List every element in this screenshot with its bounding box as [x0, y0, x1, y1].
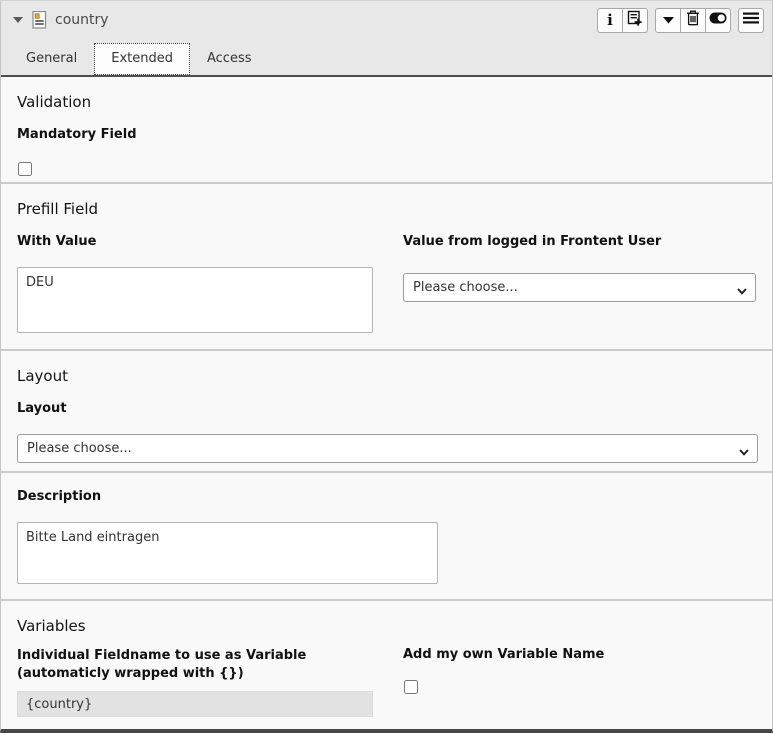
toggle-icon — [709, 12, 727, 28]
section-description: Description Bitte Land eintragen — [1, 471, 772, 599]
delete-button[interactable] — [680, 8, 706, 33]
content-element-icon — [32, 11, 47, 29]
with-value-textarea[interactable]: DEU — [17, 267, 373, 333]
collapse-caret-icon[interactable] — [13, 17, 23, 23]
panel-title: country — [55, 12, 109, 28]
with-value-label: With Value — [17, 234, 373, 249]
layout-heading: Layout — [17, 367, 756, 385]
document-plus-icon — [627, 10, 643, 30]
layout-label: Layout — [17, 401, 756, 416]
section-validation: Validation Mandatory Field — [1, 77, 772, 182]
toolbar-group-info: i — [597, 8, 648, 33]
fieldname-variable-label-line2: (automaticly wrapped with {}) — [17, 665, 373, 683]
tab-general[interactable]: General — [9, 43, 94, 75]
prefill-heading: Prefill Field — [17, 200, 756, 218]
panel-header: country i — [1, 1, 772, 77]
validation-heading: Validation — [17, 93, 756, 111]
caret-down-icon — [663, 13, 674, 28]
title-row: country i — [1, 1, 772, 39]
own-variable-name-checkbox[interactable] — [404, 680, 418, 694]
move-down-button[interactable] — [655, 8, 681, 33]
tab-bar: General Extended Access — [1, 39, 772, 75]
mandatory-field-label: Mandatory Field — [17, 127, 756, 142]
description-label: Description — [17, 489, 756, 504]
add-element-button[interactable] — [622, 8, 648, 33]
own-variable-name-label: Add my own Variable Name — [403, 647, 756, 662]
drag-handle-icon — [743, 12, 759, 28]
tab-extended[interactable]: Extended — [94, 43, 190, 75]
info-icon: i — [607, 13, 613, 28]
toolbar-group-drag — [738, 8, 764, 33]
tab-access[interactable]: Access — [190, 43, 269, 75]
variables-heading: Variables — [17, 617, 756, 635]
fieldname-variable-label: Individual Fieldname to use as Variable … — [17, 647, 373, 683]
fieldname-variable-input — [17, 691, 373, 717]
drag-handle-button[interactable] — [738, 8, 764, 33]
toolbar-group-actions — [655, 8, 731, 33]
info-button[interactable]: i — [597, 8, 623, 33]
section-prefill: Prefill Field With Value DEU Value from … — [1, 182, 772, 349]
fe-user-select[interactable]: Please choose... — [403, 273, 756, 302]
field-config-panel: country i — [0, 0, 773, 733]
layout-select[interactable]: Please choose... — [17, 434, 758, 463]
trash-icon — [686, 10, 700, 30]
toolbar: i — [597, 8, 764, 33]
description-textarea[interactable]: Bitte Land eintragen — [17, 522, 438, 584]
fieldname-variable-label-line1: Individual Fieldname to use as Variable — [17, 647, 373, 665]
toggle-visibility-button[interactable] — [705, 8, 731, 33]
section-layout: Layout Layout Please choose... — [1, 349, 772, 471]
section-variables: Variables Individual Fieldname to use as… — [1, 599, 772, 729]
fe-user-label: Value from logged in Frontent User — [403, 234, 756, 249]
mandatory-field-checkbox[interactable] — [18, 162, 32, 176]
